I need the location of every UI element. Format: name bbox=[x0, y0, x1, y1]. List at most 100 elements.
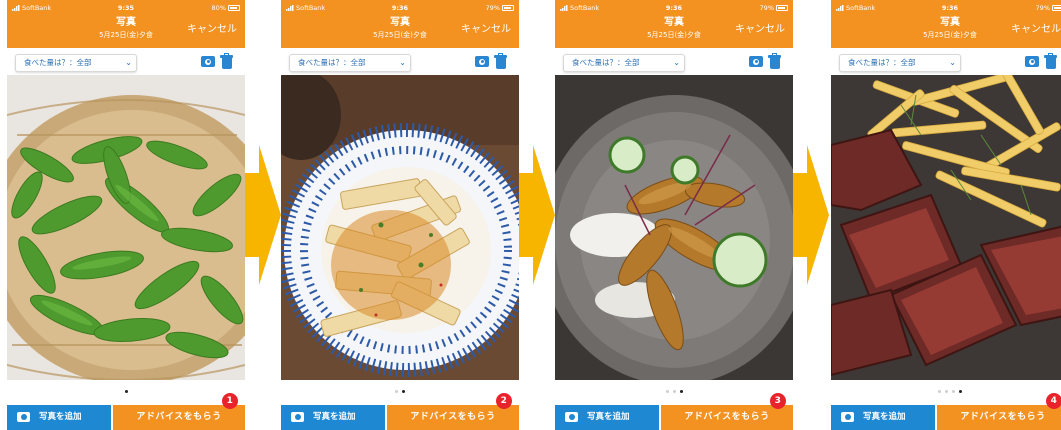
battery-percent: 79% bbox=[485, 4, 500, 12]
photo-count-badge: 2 bbox=[496, 393, 512, 409]
page-indicator bbox=[281, 390, 519, 393]
battery-percent: 79% bbox=[759, 4, 774, 12]
bottom-bar: 写真を追加 アドバイスをもらう 2 bbox=[281, 393, 519, 430]
photo-toolbar: 食べた量は？：全部 ⌄ bbox=[281, 48, 519, 75]
meal-photo-steak-fries[interactable] bbox=[831, 75, 1061, 380]
get-advice-button[interactable]: アドバイスをもらう 1 bbox=[113, 393, 245, 430]
cancel-button[interactable]: キャンセル bbox=[187, 23, 237, 37]
battery-icon bbox=[1052, 5, 1061, 11]
status-bar: SoftBank 9:35 80% bbox=[12, 2, 240, 14]
amount-eaten-select[interactable]: 食べた量は？：全部 ⌄ bbox=[839, 54, 961, 72]
get-advice-label: アドバイスをもらう bbox=[960, 412, 1046, 422]
get-advice-button[interactable]: アドバイスをもらう 2 bbox=[387, 393, 519, 430]
add-photo-label: 写真を追加 bbox=[313, 412, 356, 422]
status-bar: SoftBank 9:36 79% bbox=[836, 2, 1061, 14]
page-indicator bbox=[831, 390, 1061, 393]
camera-icon bbox=[291, 412, 304, 422]
add-photo-label: 写真を追加 bbox=[863, 412, 906, 422]
get-advice-label: アドバイスをもらう bbox=[136, 412, 222, 422]
camera-icon[interactable] bbox=[749, 56, 763, 67]
clock: 9:35 bbox=[117, 4, 135, 12]
add-photo-button[interactable]: 写真を追加 bbox=[555, 405, 659, 430]
trash-icon[interactable] bbox=[768, 53, 781, 69]
get-advice-label: アドバイスをもらう bbox=[684, 412, 770, 422]
camera-icon bbox=[841, 412, 854, 422]
amount-eaten-value: 食べた量は？：全部 bbox=[848, 58, 916, 67]
arrow-right-icon bbox=[793, 145, 829, 285]
meal-photo-edamame[interactable] bbox=[7, 75, 245, 380]
page-dot bbox=[952, 390, 955, 393]
camera-icon[interactable] bbox=[201, 56, 215, 67]
cancel-button[interactable]: キャンセル bbox=[735, 23, 785, 37]
trash-icon[interactable] bbox=[1044, 53, 1057, 69]
nav-bar: SoftBank 9:36 79% 写真 5月25日(金)夕食 キャンセル bbox=[831, 0, 1061, 48]
phone-screen-2: SoftBank 9:36 79% 写真 5月25日(金)夕食 キャンセル 食べ… bbox=[281, 0, 519, 430]
page-dot bbox=[124, 390, 128, 393]
page-indicator bbox=[555, 390, 793, 393]
phone-screen-3: SoftBank 9:36 79% 写真 5月25日(金)夕食 キャンセル 食べ… bbox=[555, 0, 793, 430]
trash-icon[interactable] bbox=[494, 53, 507, 69]
amount-eaten-value: 食べた量は？：全部 bbox=[298, 58, 366, 67]
chevron-down-icon: ⌄ bbox=[399, 58, 406, 67]
nav-bar: SoftBank 9:35 80% 写真 5月25日(金)夕食 キャンセル bbox=[7, 0, 245, 48]
screenshot-sequence: SoftBank 9:35 80% 写真 5月25日(金)夕食 キャンセル 食べ… bbox=[0, 0, 1061, 430]
nav-bar: SoftBank 9:36 79% 写真 5月25日(金)夕食 キャンセル bbox=[555, 0, 793, 48]
page-indicator bbox=[7, 390, 245, 393]
battery-icon bbox=[776, 5, 788, 11]
photo-count-badge: 3 bbox=[770, 393, 786, 409]
amount-eaten-select[interactable]: 食べた量は？：全部 ⌄ bbox=[563, 54, 685, 72]
clock: 9:36 bbox=[941, 4, 959, 12]
camera-icon[interactable] bbox=[475, 56, 489, 67]
camera-icon bbox=[565, 412, 578, 422]
camera-icon[interactable] bbox=[1025, 56, 1039, 67]
amount-eaten-select[interactable]: 食べた量は？：全部 ⌄ bbox=[289, 54, 411, 72]
page-dot bbox=[672, 390, 676, 393]
meal-photo-fried-fish[interactable] bbox=[555, 75, 793, 380]
add-photo-button[interactable]: 写真を追加 bbox=[281, 405, 385, 430]
page-dot bbox=[959, 390, 962, 393]
phone-screen-1: SoftBank 9:35 80% 写真 5月25日(金)夕食 キャンセル 食べ… bbox=[7, 0, 245, 430]
status-bar: SoftBank 9:36 79% bbox=[286, 2, 514, 14]
cancel-button[interactable]: キャンセル bbox=[1011, 23, 1061, 37]
get-advice-label: アドバイスをもらう bbox=[410, 412, 496, 422]
clock: 9:36 bbox=[665, 4, 683, 12]
battery-icon bbox=[228, 5, 240, 11]
battery-percent: 79% bbox=[1035, 4, 1050, 12]
bottom-bar: 写真を追加 アドバイスをもらう 1 bbox=[7, 393, 245, 430]
bottom-bar: 写真を追加 アドバイスをもらう 3 bbox=[555, 393, 793, 430]
battery-icon bbox=[502, 5, 514, 11]
status-bar: SoftBank 9:36 79% bbox=[560, 2, 788, 14]
bottom-bar: 写真を追加 アドバイスをもらう 4 bbox=[831, 393, 1061, 430]
page-dot bbox=[945, 390, 948, 393]
amount-eaten-value: 食べた量は？：全部 bbox=[572, 58, 640, 67]
trash-icon[interactable] bbox=[220, 53, 233, 69]
get-advice-button[interactable]: アドバイスをもらう 3 bbox=[661, 393, 793, 430]
nav-bar: SoftBank 9:36 79% 写真 5月25日(金)夕食 キャンセル bbox=[281, 0, 519, 48]
add-photo-label: 写真を追加 bbox=[39, 412, 82, 422]
chevron-down-icon: ⌄ bbox=[673, 58, 680, 67]
clock: 9:36 bbox=[391, 4, 409, 12]
meal-photo-bamboo-shoots[interactable] bbox=[281, 75, 519, 380]
page-dot bbox=[665, 390, 669, 393]
photo-toolbar: 食べた量は？：全部 ⌄ bbox=[831, 48, 1061, 75]
cancel-button[interactable]: キャンセル bbox=[461, 23, 511, 37]
page-dot bbox=[938, 390, 941, 393]
photo-count-badge: 1 bbox=[222, 393, 238, 409]
amount-eaten-value: 食べた量は？：全部 bbox=[24, 58, 92, 67]
add-photo-button[interactable]: 写真を追加 bbox=[7, 405, 111, 430]
add-photo-button[interactable]: 写真を追加 bbox=[831, 405, 935, 430]
page-dot bbox=[402, 390, 405, 393]
page-dot bbox=[395, 390, 398, 393]
photo-count-badge: 4 bbox=[1046, 393, 1061, 409]
get-advice-button[interactable]: アドバイスをもらう 4 bbox=[937, 393, 1061, 430]
photo-toolbar: 食べた量は？：全部 ⌄ bbox=[7, 48, 245, 75]
phone-screen-4: SoftBank 9:36 79% 写真 5月25日(金)夕食 キャンセル 食べ… bbox=[831, 0, 1061, 430]
arrow-right-icon bbox=[519, 145, 555, 285]
chevron-down-icon: ⌄ bbox=[125, 58, 132, 67]
battery-percent: 80% bbox=[211, 4, 226, 12]
arrow-right-icon bbox=[245, 145, 281, 285]
amount-eaten-select[interactable]: 食べた量は？：全部 ⌄ bbox=[15, 54, 137, 72]
chevron-down-icon: ⌄ bbox=[949, 58, 956, 67]
page-dot bbox=[679, 390, 683, 393]
camera-icon bbox=[17, 412, 30, 422]
